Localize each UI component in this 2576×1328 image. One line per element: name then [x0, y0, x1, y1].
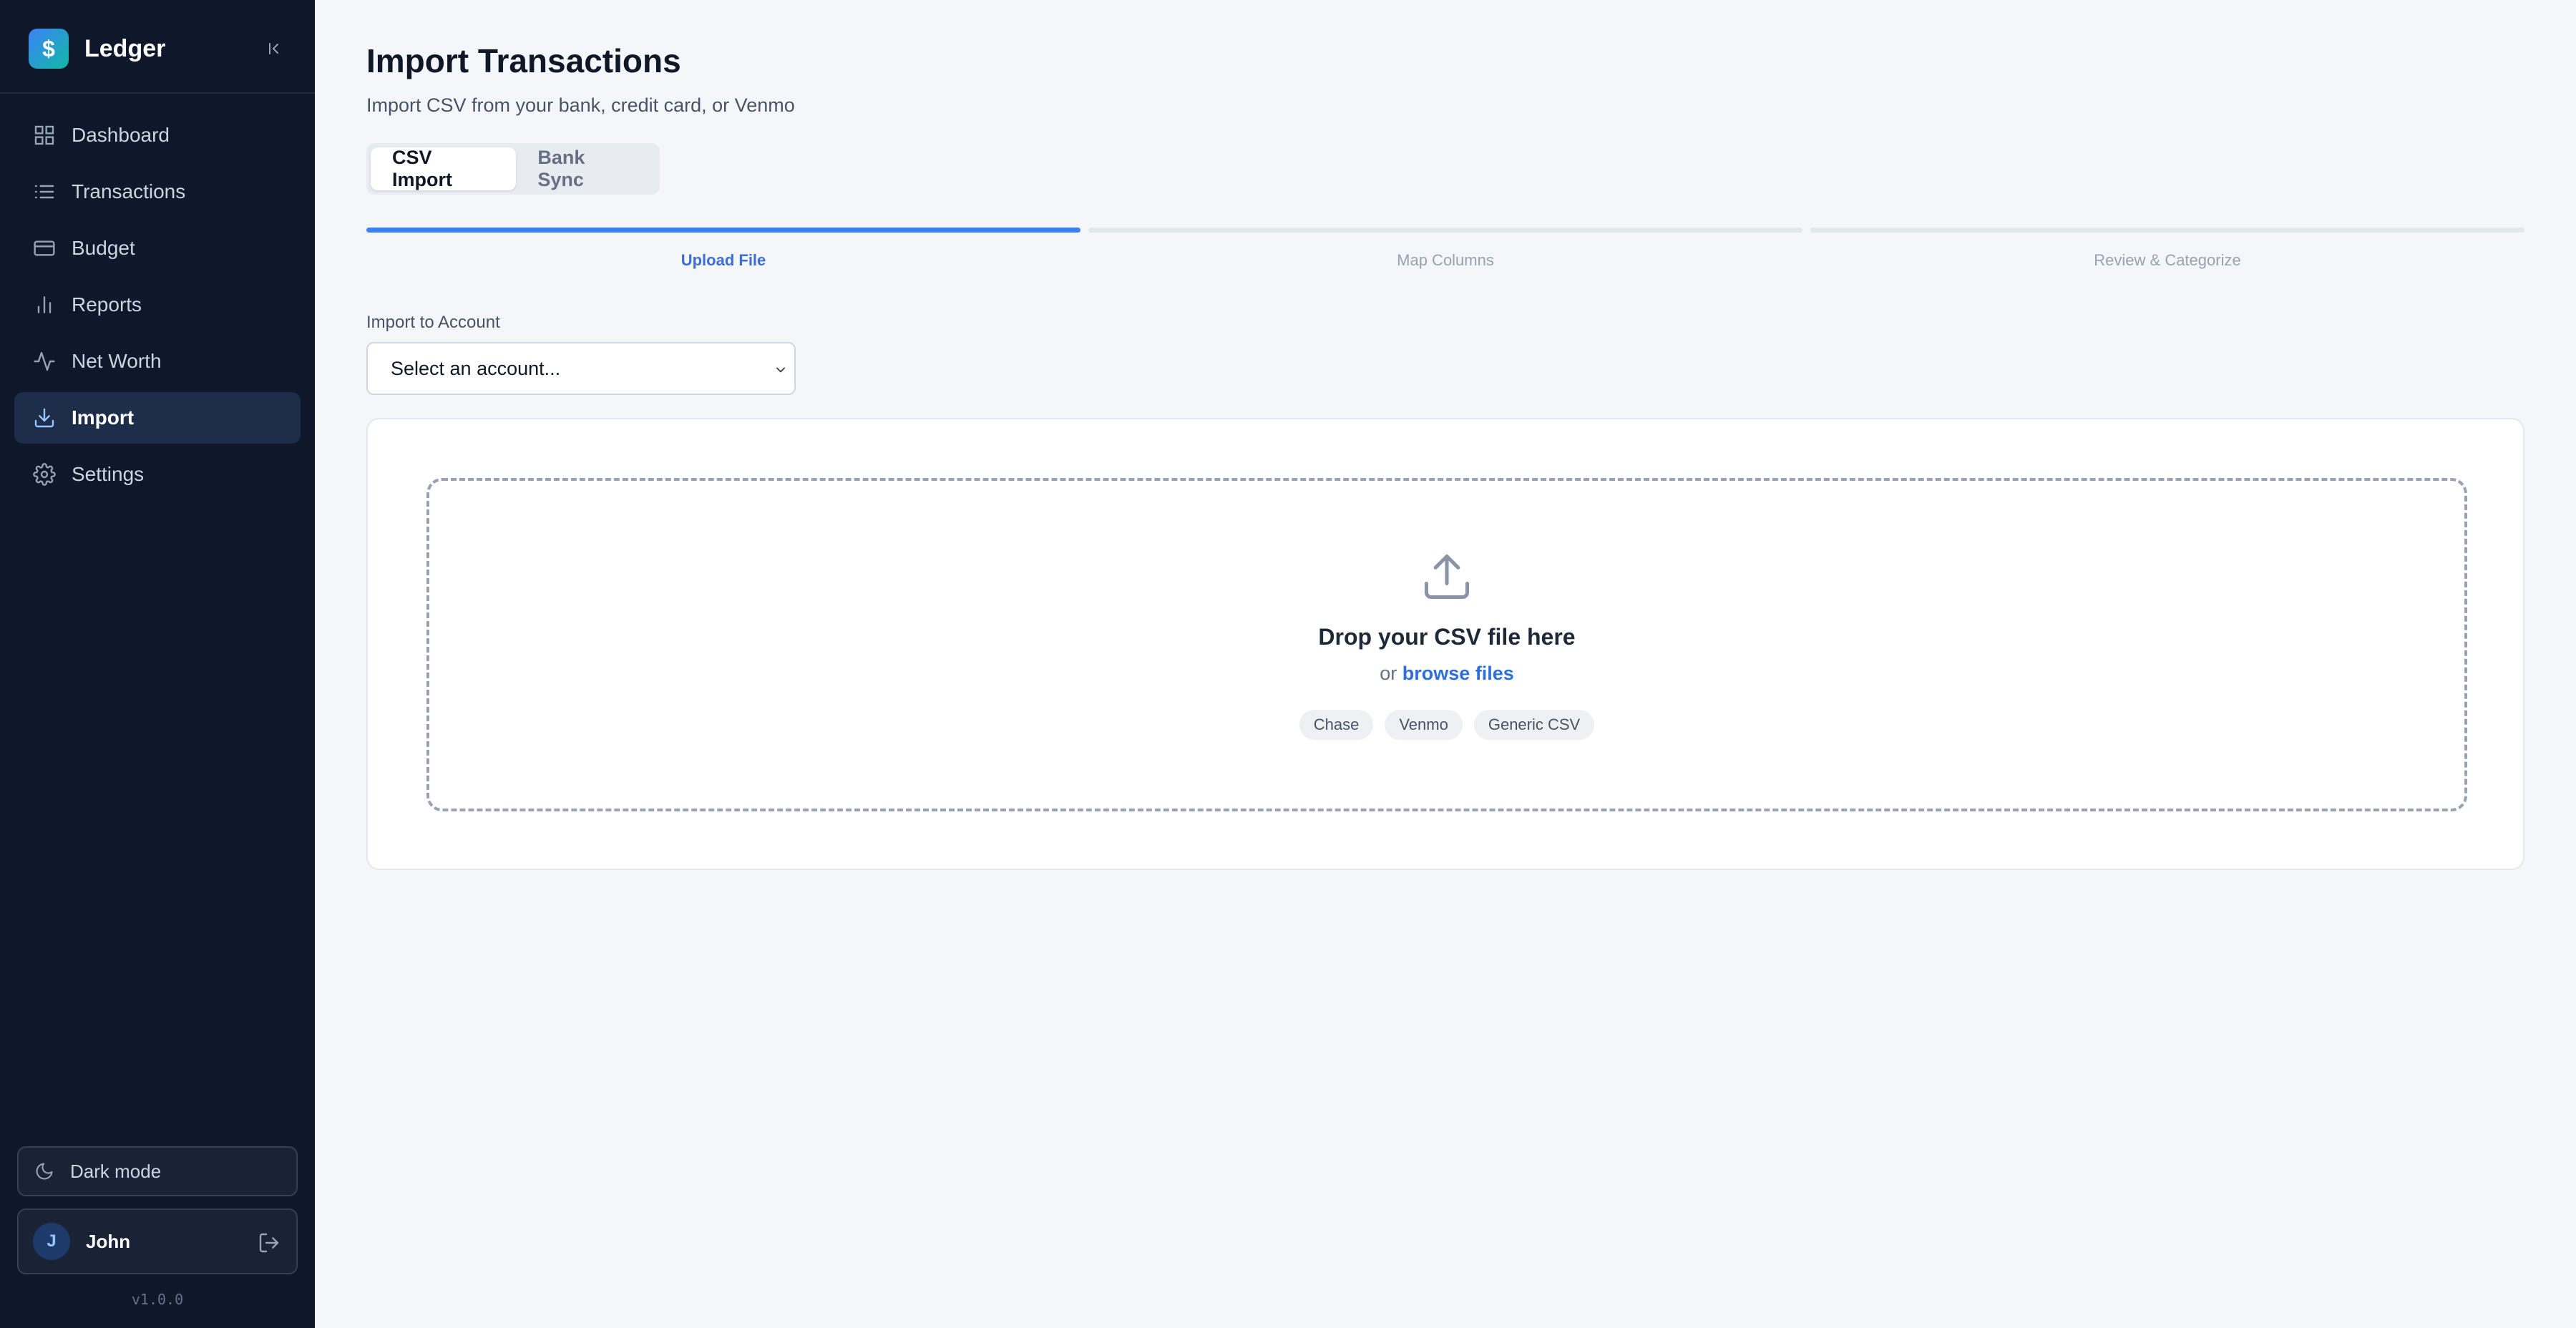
step-label: Upload File	[680, 251, 766, 269]
dropzone-or-text: or	[1380, 663, 1397, 684]
upload-icon	[1424, 554, 1470, 600]
sidebar-item-label: Import	[72, 406, 135, 429]
sidebar-item-label: Settings	[72, 463, 145, 485]
collapse-icon	[269, 43, 278, 54]
step-progress-bar	[366, 228, 1080, 233]
sidebar: $ Ledger Dashboard Transactions Budget R…	[0, 0, 315, 1328]
logout-button[interactable]	[256, 1230, 282, 1256]
chevron-down-icon	[773, 362, 789, 378]
activity-icon	[31, 348, 57, 374]
brand-name: Ledger	[84, 34, 166, 62]
list-icon	[31, 179, 57, 205]
sidebar-divider	[0, 92, 315, 94]
grid-icon	[31, 122, 57, 148]
collapse-sidebar-button[interactable]	[263, 37, 286, 60]
sidebar-item-dashboard[interactable]: Dashboard	[14, 109, 301, 161]
main-content: Import Transactions Import CSV from your…	[315, 0, 2576, 1328]
browse-files-link[interactable]: browse files	[1402, 663, 1514, 684]
step-progress-bar	[1810, 228, 2524, 233]
bar-chart-icon	[31, 292, 57, 318]
step-upload-file: Upload File	[366, 228, 1080, 270]
upload-card: Drop your CSV file here or browse files …	[366, 418, 2524, 870]
account-select[interactable]: Select an account...	[366, 342, 796, 395]
dark-mode-label: Dark mode	[70, 1160, 162, 1182]
step-review-categorize: Review & Categorize	[1810, 228, 2524, 270]
step-map-columns: Map Columns	[1088, 228, 1802, 270]
dark-mode-toggle[interactable]: Dark mode	[17, 1146, 298, 1196]
account-select-value: Select an account...	[391, 357, 561, 379]
sidebar-item-budget[interactable]: Budget	[14, 223, 301, 274]
sidebar-item-net-worth[interactable]: Net Worth	[14, 336, 301, 387]
page-subtitle: Import CSV from your bank, credit card, …	[366, 94, 795, 116]
dropzone-title: Drop your CSV file here	[1318, 624, 1576, 650]
moon-icon	[33, 1160, 56, 1183]
brand: $ Ledger	[29, 29, 286, 69]
sidebar-item-import[interactable]: Import	[14, 392, 301, 444]
avatar: J	[33, 1223, 70, 1260]
import-mode-tabs: CSV Import Bank Sync	[366, 143, 660, 195]
account-select-label: Import to Account	[366, 313, 500, 332]
format-chip: Venmo	[1385, 710, 1463, 740]
sidebar-nav: Dashboard Transactions Budget Reports Ne…	[14, 109, 301, 505]
sidebar-item-label: Net Worth	[72, 350, 162, 372]
format-chip: Generic CSV	[1473, 710, 1595, 740]
app-version: v1.0.0	[131, 1291, 184, 1308]
sidebar-item-label: Budget	[72, 237, 135, 259]
card-icon	[31, 235, 57, 261]
user-name: John	[86, 1230, 131, 1252]
ledger-logo: $	[29, 29, 69, 69]
tab-csv-import[interactable]: CSV Import	[371, 147, 517, 190]
sidebar-item-transactions[interactable]: Transactions	[14, 166, 301, 218]
user-card: J John	[17, 1209, 298, 1274]
download-icon	[31, 405, 57, 431]
sidebar-item-label: Reports	[72, 293, 142, 316]
gear-icon	[31, 462, 57, 487]
format-chip: Chase	[1299, 710, 1374, 740]
sidebar-item-label: Dashboard	[72, 124, 170, 146]
step-progress-bar	[1088, 228, 1802, 233]
tab-bank-sync[interactable]: Bank Sync	[516, 147, 655, 190]
sidebar-item-reports[interactable]: Reports	[14, 279, 301, 331]
step-label: Review & Categorize	[2094, 251, 2241, 269]
logout-icon	[259, 1233, 279, 1253]
dropzone-subtitle: or browse files	[429, 663, 2464, 685]
sidebar-item-label: Transactions	[72, 180, 186, 202]
sidebar-item-settings[interactable]: Settings	[14, 449, 301, 500]
page-title: Import Transactions	[366, 42, 681, 79]
supported-formats: Chase Venmo Generic CSV	[429, 710, 2464, 740]
csv-dropzone[interactable]: Drop your CSV file here or browse files …	[426, 478, 2467, 811]
step-label: Map Columns	[1397, 251, 1494, 269]
